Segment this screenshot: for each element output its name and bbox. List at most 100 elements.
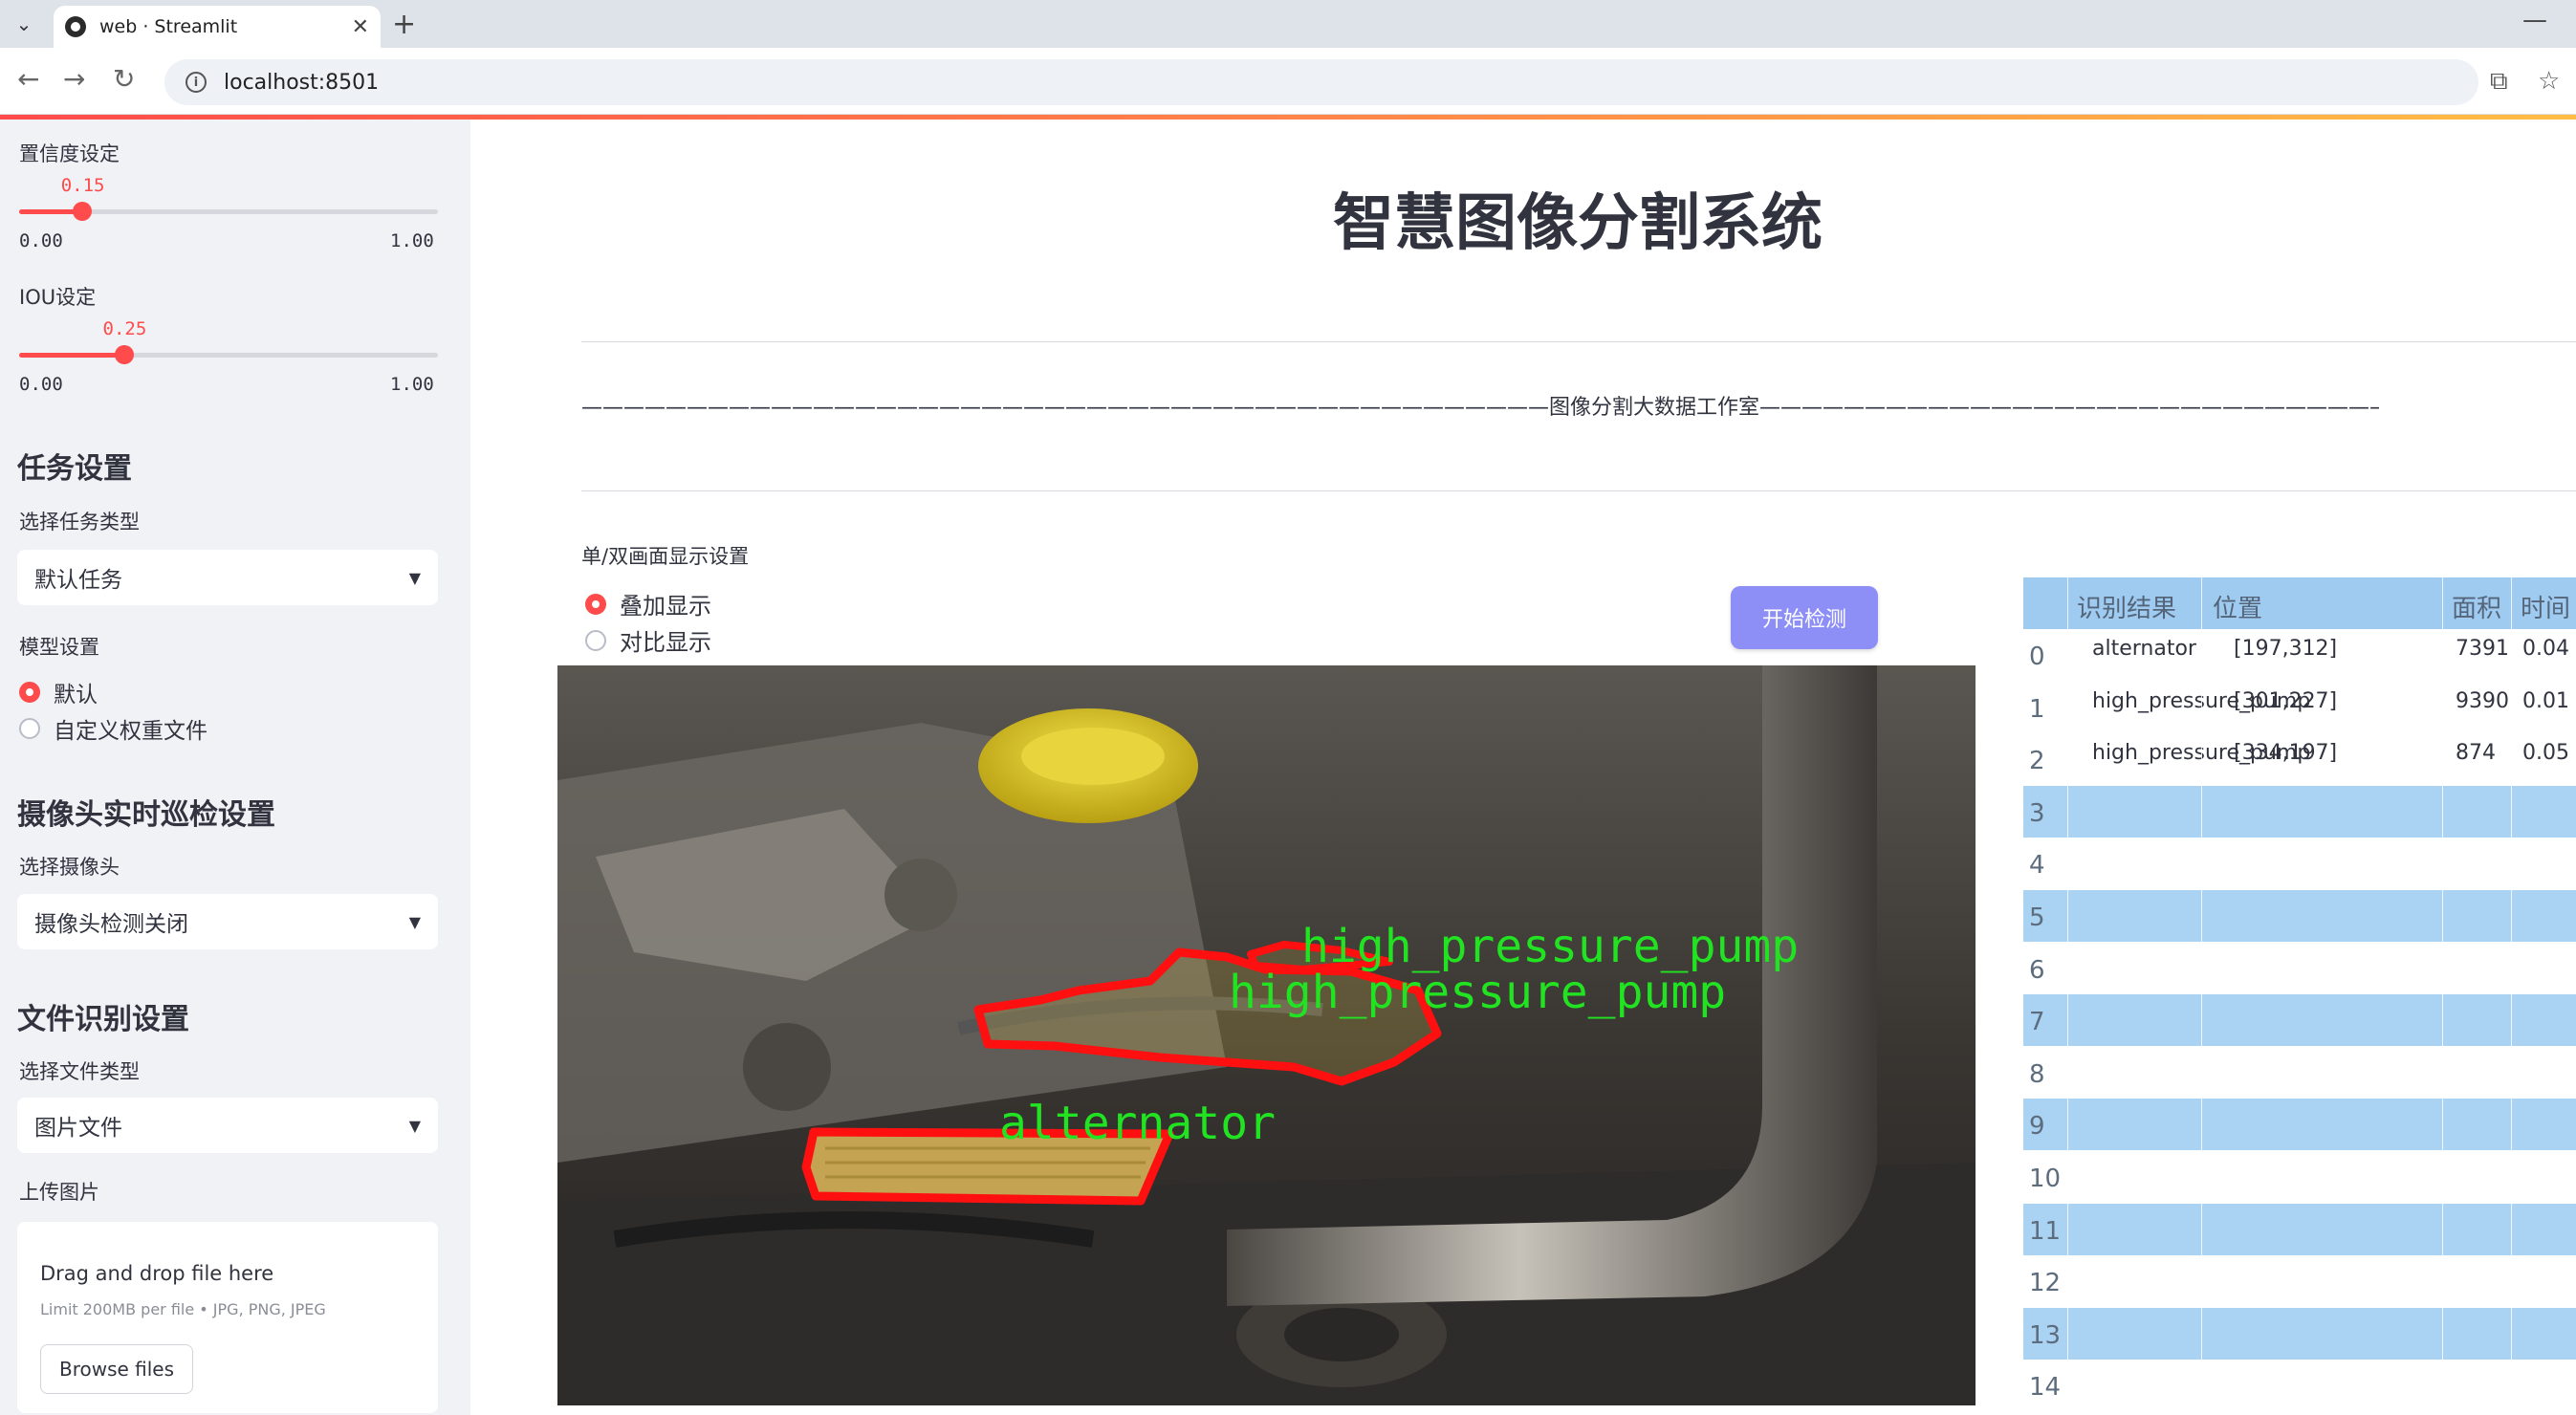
task-type-selected: 默认任务 xyxy=(34,568,122,593)
forward-arrow-icon[interactable]: → xyxy=(63,63,85,95)
engine-bay-illustration: high_pressure_pump high_pressure_pump al… xyxy=(557,665,1976,1405)
tab-search-chevron-icon[interactable]: ⌄ xyxy=(8,8,40,40)
row-index: 1 xyxy=(2029,694,2045,724)
table-row[interactable]: 11 xyxy=(2023,1203,2576,1255)
tab-title: web · Streamlit xyxy=(99,16,238,37)
column-divider xyxy=(2511,577,2512,1415)
model-option-default[interactable]: 默认 xyxy=(19,676,98,708)
cell-time: 0.05 xyxy=(2522,741,2569,766)
table-row[interactable]: 13 xyxy=(2023,1307,2576,1360)
results-table[interactable]: 识别结果 位置 面积 时间 0 alternator [197,312] 7391 0.… xyxy=(2023,577,2576,1415)
task-settings-heading: 任务设置 xyxy=(17,452,132,486)
task-type-select[interactable]: 默认任务 ▼ xyxy=(17,550,438,605)
camera-settings-heading: 摄像头实时巡检设置 xyxy=(17,798,275,832)
file-dropzone[interactable]: Drag and drop file here Limit 200MB per … xyxy=(17,1222,438,1413)
model-settings-label: 模型设置 xyxy=(19,636,99,659)
url-omnibox[interactable]: i localhost:8501 xyxy=(164,59,2478,105)
cell-result: alternator xyxy=(2092,637,2196,661)
model-option-label: 默认 xyxy=(54,683,98,708)
display-mode-label: 单/双画面显示设置 xyxy=(581,545,750,568)
display-option-compare[interactable]: 对比显示 xyxy=(585,623,711,657)
camera-select[interactable]: 摄像头检测关闭 ▼ xyxy=(17,894,438,949)
streamlit-favicon-icon xyxy=(65,16,86,37)
back-arrow-icon[interactable]: ← xyxy=(17,63,39,95)
table-row[interactable]: 0 alternator [197,312] 7391 0.04 xyxy=(2023,629,2576,681)
divider xyxy=(581,490,2576,491)
cell-area: 7391 xyxy=(2456,637,2509,661)
table-row[interactable]: 7 xyxy=(2023,994,2576,1047)
column-divider xyxy=(2201,577,2202,1415)
detection-label: high_pressure_pump xyxy=(1229,966,1726,1019)
start-detection-button[interactable]: 开始检测 xyxy=(1731,586,1878,649)
table-row[interactable]: 1 high_pressure_pump [301,227] 9390 0.01 xyxy=(2023,682,2576,733)
site-info-icon[interactable]: i xyxy=(186,72,207,93)
row-index: 7 xyxy=(2029,1008,2045,1037)
segmentation-result-image: high_pressure_pump high_pressure_pump al… xyxy=(557,665,1976,1405)
camera-selected: 摄像头检测关闭 xyxy=(34,912,188,937)
radio-unselected-icon[interactable] xyxy=(585,629,606,651)
new-tab-plus-icon[interactable]: + xyxy=(392,8,416,41)
radio-selected-icon[interactable] xyxy=(19,682,40,703)
iou-max: 1.00 xyxy=(390,374,434,395)
table-row[interactable]: 5 xyxy=(2023,890,2576,942)
table-row[interactable]: 3 xyxy=(2023,785,2576,838)
display-option-label: 叠加显示 xyxy=(620,593,711,620)
table-row[interactable]: 14 xyxy=(2023,1360,2576,1411)
bookmark-star-icon[interactable]: ☆ xyxy=(2538,67,2560,96)
column-header-result[interactable]: 识别结果 xyxy=(2077,589,2176,624)
task-type-label: 选择任务类型 xyxy=(19,511,140,533)
iou-label: IOU设定 xyxy=(19,286,97,309)
iou-slider-thumb[interactable] xyxy=(114,345,134,364)
row-index: 5 xyxy=(2029,903,2045,932)
chevron-down-icon: ▼ xyxy=(408,912,421,931)
row-index: 4 xyxy=(2029,851,2045,881)
chevron-down-icon: ▼ xyxy=(408,568,421,587)
browser-tab-bar: ⌄ web · Streamlit ✕ + — xyxy=(0,0,2576,48)
reload-icon[interactable]: ↻ xyxy=(113,63,135,95)
close-tab-icon[interactable]: ✕ xyxy=(352,15,369,39)
column-header-area[interactable]: 面积 xyxy=(2452,589,2501,624)
table-row[interactable]: 8 xyxy=(2023,1047,2576,1099)
display-option-overlay[interactable]: 叠加显示 xyxy=(585,587,711,620)
sidebar: 置信度设定 0.15 0.00 1.00 IOU设定 0.25 0.00 1.0… xyxy=(0,120,470,1415)
confidence-slider-thumb[interactable] xyxy=(72,202,92,221)
camera-select-label: 选择摄像头 xyxy=(19,856,120,879)
table-row[interactable]: 4 xyxy=(2023,838,2576,889)
model-option-label: 自定义权重文件 xyxy=(54,719,207,744)
dropzone-limit: Limit 200MB per file • JPG, PNG, JPEG xyxy=(40,1300,326,1318)
table-row[interactable]: 12 xyxy=(2023,1255,2576,1307)
table-row[interactable]: 9 xyxy=(2023,1099,2576,1151)
table-row[interactable]: 10 xyxy=(2023,1151,2576,1203)
confidence-max: 1.00 xyxy=(390,230,434,251)
row-index: 14 xyxy=(2029,1373,2062,1403)
browse-files-button[interactable]: Browse files xyxy=(40,1344,193,1394)
radio-selected-icon[interactable] xyxy=(585,593,606,615)
iou-value: 0.25 xyxy=(102,318,147,339)
table-header: 识别结果 位置 面积 时间 xyxy=(2023,577,2576,629)
window-minimize-icon[interactable]: — xyxy=(2522,6,2547,34)
file-type-label: 选择文件类型 xyxy=(19,1060,140,1083)
iou-slider[interactable] xyxy=(19,345,438,364)
studio-banner: ————————————————————————————————————————… xyxy=(581,396,2379,420)
row-index: 2 xyxy=(2029,747,2045,776)
table-row[interactable]: 6 xyxy=(2023,943,2576,994)
model-option-custom[interactable]: 自定义权重文件 xyxy=(19,712,207,745)
iou-slider-fill xyxy=(19,353,124,358)
radio-unselected-icon[interactable] xyxy=(19,718,40,739)
confidence-value: 0.15 xyxy=(60,175,105,196)
confidence-slider[interactable] xyxy=(19,202,438,221)
divider xyxy=(581,341,2576,342)
cell-time: 0.01 xyxy=(2522,688,2569,713)
file-type-select[interactable]: 图片文件 ▼ xyxy=(17,1098,438,1153)
detection-label: alternator xyxy=(999,1097,1276,1150)
translate-icon[interactable]: ⧉ xyxy=(2490,67,2508,97)
cell-area: 9390 xyxy=(2456,688,2509,713)
page-title: 智慧图像分割系统 xyxy=(1333,188,1823,259)
upload-label: 上传图片 xyxy=(19,1181,99,1204)
column-header-position[interactable]: 位置 xyxy=(2213,589,2262,624)
table-row[interactable]: 2 high_pressure_pump [334,197] 874 0.05 xyxy=(2023,733,2576,785)
row-index: 13 xyxy=(2029,1320,2062,1350)
browser-tab[interactable]: web · Streamlit ✕ xyxy=(54,6,381,48)
column-header-time[interactable]: 时间 xyxy=(2521,589,2570,624)
row-index: 11 xyxy=(2029,1216,2062,1246)
